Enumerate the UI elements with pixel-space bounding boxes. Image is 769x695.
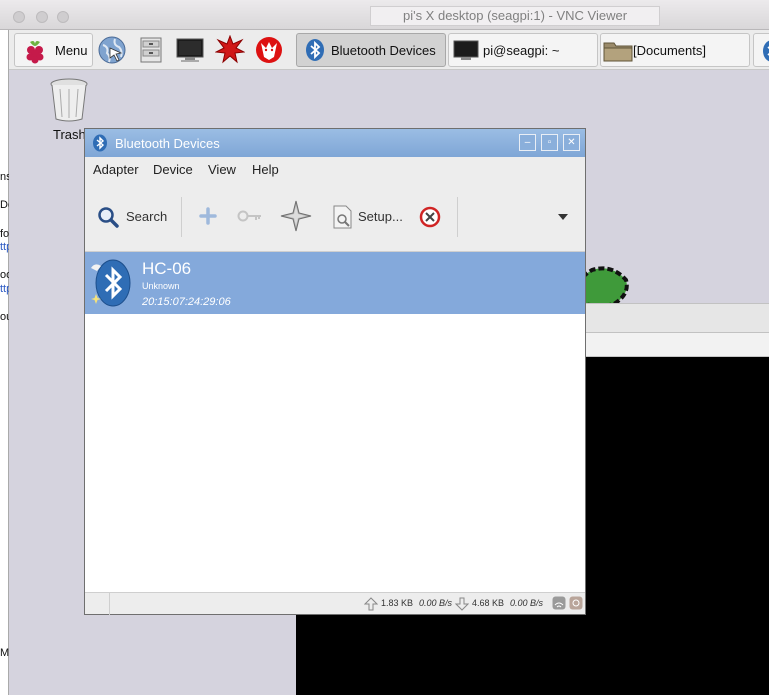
vnc-window-title: pi's X desktop (seagpi:1) - VNC Viewer: [402, 8, 628, 23]
task-label: [Documents]: [633, 43, 706, 58]
setup-wizard-icon: [333, 205, 352, 229]
menu-button[interactable]: Menu: [14, 33, 93, 67]
device-name: HC-06: [142, 259, 192, 278]
bt-toolbar: Search Setup...: [85, 182, 585, 252]
search-icon: [98, 207, 119, 228]
task-label: Bluetooth Devices: [331, 43, 436, 58]
close-button[interactable]: ✕: [563, 134, 580, 151]
terminal-icon[interactable]: [175, 35, 205, 65]
task-overflow[interactable]: [753, 33, 769, 67]
terminal-icon: [453, 40, 479, 60]
left-fragment: M: [0, 647, 9, 659]
maximize-button[interactable]: ▫: [541, 134, 558, 151]
minimize-button[interactable]: ‒: [519, 134, 536, 151]
device-type: Unknown: [142, 281, 180, 291]
remove-icon[interactable]: [419, 206, 441, 228]
task-documents[interactable]: [Documents]: [600, 33, 750, 67]
add-icon[interactable]: [199, 207, 217, 225]
setup-label: Setup...: [358, 209, 403, 224]
folder-icon: [603, 42, 633, 62]
left-fragment: fo: [0, 228, 9, 240]
vnc-window-titlebar: pi's X desktop (seagpi:1) - VNC Viewer: [0, 0, 769, 30]
key-icon[interactable]: [237, 209, 263, 223]
signal-icon[interactable]: [552, 596, 566, 610]
minimize-window-button[interactable]: [36, 11, 48, 23]
bluetooth-icon: [763, 40, 769, 62]
trash-label[interactable]: Trash: [53, 127, 86, 142]
close-window-button[interactable]: [13, 11, 25, 23]
left-fragment-link[interactable]: ttp: [0, 241, 9, 253]
download-rate: 0.00 B/s: [510, 598, 544, 608]
search-button[interactable]: Search: [95, 204, 175, 230]
upload-rate: 0.00 B/s: [419, 598, 453, 608]
download-total: 4.68 KB: [472, 598, 505, 608]
left-fragment: ou: [0, 311, 9, 323]
device-row[interactable]: HC-06 Unknown 20:15:07:24:29:06: [85, 252, 585, 314]
bt-window-titlebar[interactable]: Bluetooth Devices ‒ ▫ ✕: [85, 129, 585, 157]
web-browser-icon[interactable]: [97, 35, 127, 65]
device-address: 20:15:07:24:29:06: [142, 296, 231, 308]
download-icon: [455, 597, 469, 611]
bluetooth-icon: [306, 39, 324, 61]
menu-adapter[interactable]: Adapter: [93, 162, 139, 177]
bluetooth-icon: [93, 134, 107, 152]
menu-label: Menu: [55, 43, 88, 58]
left-fragment-link[interactable]: ttp: [0, 283, 9, 295]
left-fragment: ns: [0, 171, 9, 183]
link-quality-icon[interactable]: [569, 596, 583, 610]
bluetooth-devices-window: Bluetooth Devices ‒ ▫ ✕ Adapter Device V…: [84, 128, 586, 615]
bt-menubar: Adapter Device View Help: [85, 157, 585, 182]
task-label: pi@seagpi: ~: [483, 43, 560, 58]
left-fragment: Do: [0, 199, 9, 211]
mathematica-icon[interactable]: [215, 35, 245, 65]
menu-device[interactable]: Device: [153, 162, 193, 177]
chevron-down-icon[interactable]: [557, 213, 569, 221]
zoom-window-button[interactable]: [57, 11, 69, 23]
wolfram-icon[interactable]: [254, 35, 284, 65]
trust-star-icon[interactable]: [280, 200, 312, 232]
toolbar-separator: [181, 197, 182, 237]
setup-button[interactable]: Setup...: [329, 204, 403, 230]
device-list[interactable]: HC-06 Unknown 20:15:07:24:29:06: [85, 252, 585, 592]
bt-window-title: Bluetooth Devices: [115, 136, 220, 151]
background-browser-window-edge: ns Do fo ttp oo ttp ou M: [0, 30, 9, 695]
toolbar-separator: [457, 197, 458, 237]
bt-statusbar: 1.83 KB 0.00 B/s 4.68 KB 0.00 B/s: [85, 592, 585, 615]
bluetooth-device-icon: [91, 259, 131, 307]
background-window-lower: [296, 612, 546, 695]
lxde-taskbar: Menu Bluetooth Devices pi@seagpi: ~ [Doc…: [9, 30, 769, 70]
task-bluetooth-devices[interactable]: Bluetooth Devices: [296, 33, 446, 67]
trash-icon[interactable]: [48, 77, 90, 123]
raspberry-icon: [26, 41, 44, 64]
file-manager-icon[interactable]: [136, 35, 166, 65]
menu-view[interactable]: View: [208, 162, 236, 177]
upload-icon: [364, 597, 378, 611]
left-fragment: oo: [0, 269, 9, 281]
search-label: Search: [126, 209, 168, 224]
upload-total: 1.83 KB: [381, 598, 414, 608]
task-terminal[interactable]: pi@seagpi: ~: [448, 33, 598, 67]
menu-help[interactable]: Help: [252, 162, 279, 177]
